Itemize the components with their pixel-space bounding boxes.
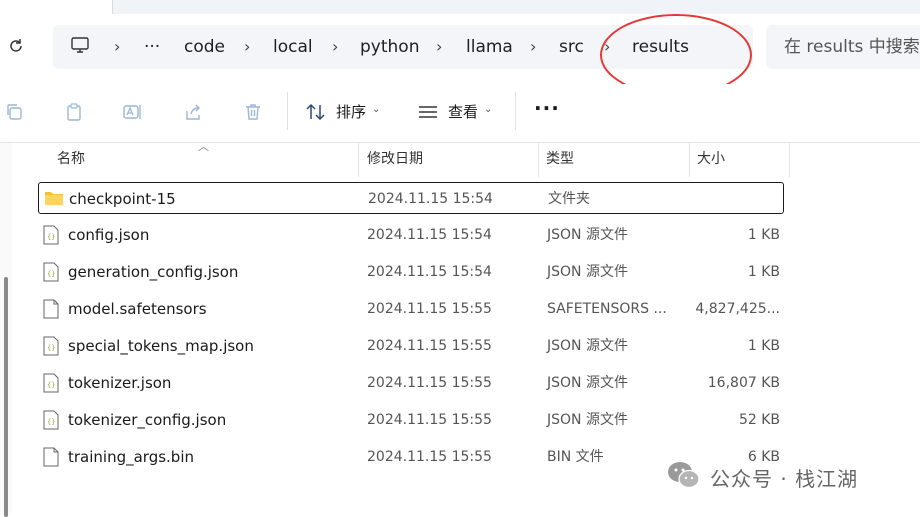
view-button[interactable]: 查看	[448, 101, 478, 123]
file-name[interactable]: tokenizer.json	[68, 373, 171, 393]
file-type: JSON 源文件	[547, 338, 628, 354]
chevron-down-icon: ⌄	[484, 104, 493, 115]
file-icon	[43, 447, 59, 467]
scrollbar-thumb[interactable]	[4, 277, 8, 517]
file-size: 1 KB	[747, 227, 780, 243]
file-icon	[43, 299, 59, 319]
left-scrollbar[interactable]	[0, 143, 12, 517]
file-row[interactable]: {} special_tokens_map.json 2024.11.15 15…	[38, 330, 784, 362]
file-size: 1 KB	[747, 264, 780, 280]
file-name[interactable]: checkpoint-15	[69, 189, 176, 209]
watermark: 公众号 · 栈江湖	[666, 460, 858, 494]
share-icon[interactable]	[181, 100, 205, 124]
active-tab[interactable]	[0, 0, 113, 14]
file-modified: 2024.11.15 15:54	[367, 227, 492, 243]
breadcrumb-overflow[interactable]: ···	[144, 36, 160, 58]
svg-text:{}: {}	[47, 381, 55, 389]
file-modified: 2024.11.15 15:55	[367, 338, 492, 354]
file-modified: 2024.11.15 15:54	[368, 191, 493, 207]
chevron-right-icon: ›	[530, 37, 537, 56]
toolbar-divider	[287, 92, 288, 130]
search-input[interactable]: 在 results 中搜索	[784, 36, 920, 58]
breadcrumb-code[interactable]: code	[184, 36, 225, 58]
chevron-right-icon: ›	[114, 37, 121, 56]
file-modified: 2024.11.15 15:55	[367, 449, 492, 465]
file-size: 1 KB	[747, 338, 780, 354]
file-row[interactable]: {} config.json 2024.11.15 15:54 JSON 源文件…	[38, 219, 784, 251]
svg-text:{}: {}	[47, 344, 55, 352]
toolbar-divider	[515, 92, 516, 130]
file-modified: 2024.11.15 15:54	[367, 264, 492, 280]
svg-text:{}: {}	[47, 270, 55, 278]
file-size: 16,807 KB	[707, 375, 780, 391]
computer-icon[interactable]	[70, 35, 90, 59]
more-options-button[interactable]: ···	[534, 97, 560, 119]
chevron-right-icon: ›	[244, 37, 251, 56]
file-row[interactable]: {} tokenizer.json 2024.11.15 15:55 JSON …	[38, 367, 784, 399]
column-divider[interactable]	[358, 143, 359, 177]
wechat-icon	[666, 460, 702, 494]
sort-ascending-icon: ︿	[198, 140, 209, 153]
column-header-name[interactable]: 名称	[57, 150, 85, 168]
view-icon[interactable]	[416, 100, 440, 124]
file-modified: 2024.11.15 15:55	[367, 375, 492, 391]
file-name[interactable]: tokenizer_config.json	[68, 410, 226, 430]
file-row[interactable]: {} generation_config.json 2024.11.15 15:…	[38, 256, 784, 288]
column-divider[interactable]	[538, 143, 539, 177]
rename-icon[interactable]	[121, 100, 145, 124]
file-size: 4,827,425...	[695, 301, 780, 317]
breadcrumb-python[interactable]: python	[360, 36, 419, 58]
file-row[interactable]: model.safetensors 2024.11.15 15:55 SAFET…	[38, 293, 784, 325]
file-type: JSON 源文件	[547, 375, 628, 391]
file-name[interactable]: model.safetensors	[68, 299, 207, 319]
json-file-icon: {}	[43, 410, 59, 430]
file-row[interactable]: {} tokenizer_config.json 2024.11.15 15:5…	[38, 404, 784, 436]
delete-icon[interactable]	[241, 100, 265, 124]
file-type: 文件夹	[548, 191, 590, 207]
json-file-icon: {}	[43, 262, 59, 282]
file-type: JSON 源文件	[547, 412, 628, 428]
column-divider[interactable]	[689, 143, 690, 177]
file-type: JSON 源文件	[547, 264, 628, 280]
file-type: BIN 文件	[547, 449, 604, 465]
sort-icon[interactable]	[304, 100, 328, 124]
file-name[interactable]: config.json	[68, 225, 149, 245]
json-file-icon: {}	[43, 336, 59, 356]
column-header-type[interactable]: 类型	[546, 150, 574, 168]
svg-text:{}: {}	[47, 233, 55, 241]
file-name[interactable]: special_tokens_map.json	[68, 336, 254, 356]
column-header-modified[interactable]: 修改日期	[367, 150, 423, 168]
svg-text:{}: {}	[47, 418, 55, 426]
breadcrumb-local[interactable]: local	[273, 36, 313, 58]
folder-icon	[44, 189, 63, 209]
refresh-icon[interactable]	[4, 34, 28, 58]
tab-strip	[0, 0, 920, 14]
json-file-icon: {}	[43, 225, 59, 245]
chevron-right-icon: ›	[332, 37, 339, 56]
file-modified: 2024.11.15 15:55	[367, 412, 492, 428]
file-name[interactable]: training_args.bin	[68, 447, 194, 467]
file-row[interactable]: checkpoint-15 2024.11.15 15:54 文件夹	[38, 182, 784, 214]
copy-icon[interactable]	[2, 100, 26, 124]
file-name[interactable]: generation_config.json	[68, 262, 238, 282]
chevron-right-icon: ›	[436, 37, 443, 56]
chevron-down-icon: ⌄	[372, 104, 381, 115]
paste-icon[interactable]	[62, 100, 86, 124]
file-type: JSON 源文件	[547, 227, 628, 243]
watermark-text: 公众号 · 栈江湖	[710, 466, 859, 491]
column-header-size[interactable]: 大小	[697, 150, 725, 168]
json-file-icon: {}	[43, 373, 59, 393]
file-modified: 2024.11.15 15:55	[367, 301, 492, 317]
sort-button[interactable]: 排序	[336, 101, 366, 123]
column-divider[interactable]	[789, 143, 790, 177]
file-size: 52 KB	[738, 412, 780, 428]
breadcrumb-llama[interactable]: llama	[466, 36, 513, 58]
breadcrumb-src[interactable]: src	[559, 36, 584, 58]
file-type: SAFETENSORS ...	[547, 301, 667, 317]
